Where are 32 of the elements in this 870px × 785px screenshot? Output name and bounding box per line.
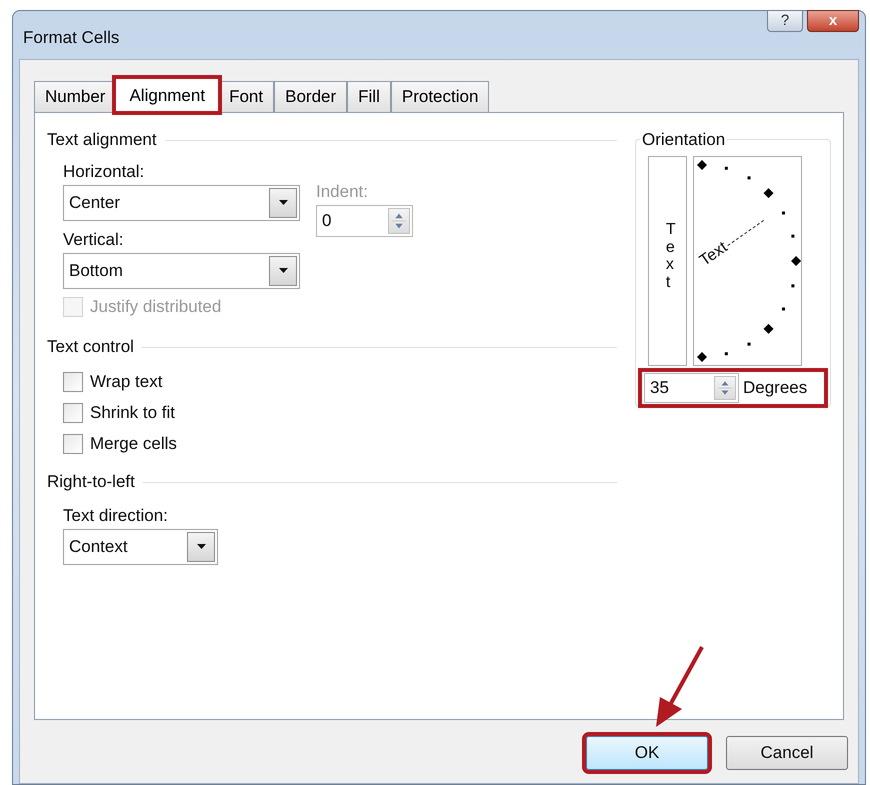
field-label: Indent: bbox=[316, 181, 369, 203]
dial-text: Text bbox=[696, 238, 732, 272]
tab[interactable]: Border bbox=[274, 81, 348, 112]
dropdown[interactable]: Center bbox=[63, 185, 300, 221]
field-label: Vertical: bbox=[63, 229, 124, 251]
tab[interactable]: Protection bbox=[390, 81, 490, 112]
field-label: Degrees bbox=[743, 377, 808, 400]
dropdown[interactable]: Bottom bbox=[63, 253, 300, 289]
checkbox-label[interactable]: Shrink to fit bbox=[90, 400, 176, 426]
checkbox-label[interactable]: Merge cells bbox=[90, 430, 177, 456]
help-button[interactable]: ? bbox=[767, 10, 803, 32]
section-heading: Text control bbox=[47, 336, 134, 358]
checkbox-label[interactable]: Wrap text bbox=[90, 368, 162, 394]
dropdown[interactable]: Context bbox=[63, 529, 218, 565]
window-title: Format Cells bbox=[23, 27, 120, 49]
checkbox[interactable] bbox=[63, 434, 83, 454]
spinner-arrows-icon[interactable] bbox=[388, 208, 410, 234]
orientation-dial[interactable]: Text bbox=[693, 156, 802, 366]
checkbox[interactable] bbox=[63, 402, 83, 422]
field-label: Text direction: bbox=[63, 505, 169, 527]
section-heading: Text alignment bbox=[47, 129, 157, 152]
pointer-line bbox=[727, 219, 764, 246]
field-label: Horizontal: bbox=[63, 161, 146, 183]
tab[interactable]: Alignment bbox=[114, 77, 220, 113]
vertical-orientation-box[interactable]: Text bbox=[648, 156, 687, 366]
degrees-field[interactable]: 35 bbox=[644, 373, 739, 403]
tab[interactable]: Fill bbox=[347, 81, 391, 112]
cancel-button[interactable]: Cancel bbox=[726, 736, 848, 770]
spinner-arrows-icon[interactable] bbox=[714, 376, 736, 400]
section-heading: Right-to-left bbox=[47, 471, 135, 494]
checkbox[interactable] bbox=[63, 372, 83, 392]
vertical-text: Text bbox=[664, 221, 676, 293]
